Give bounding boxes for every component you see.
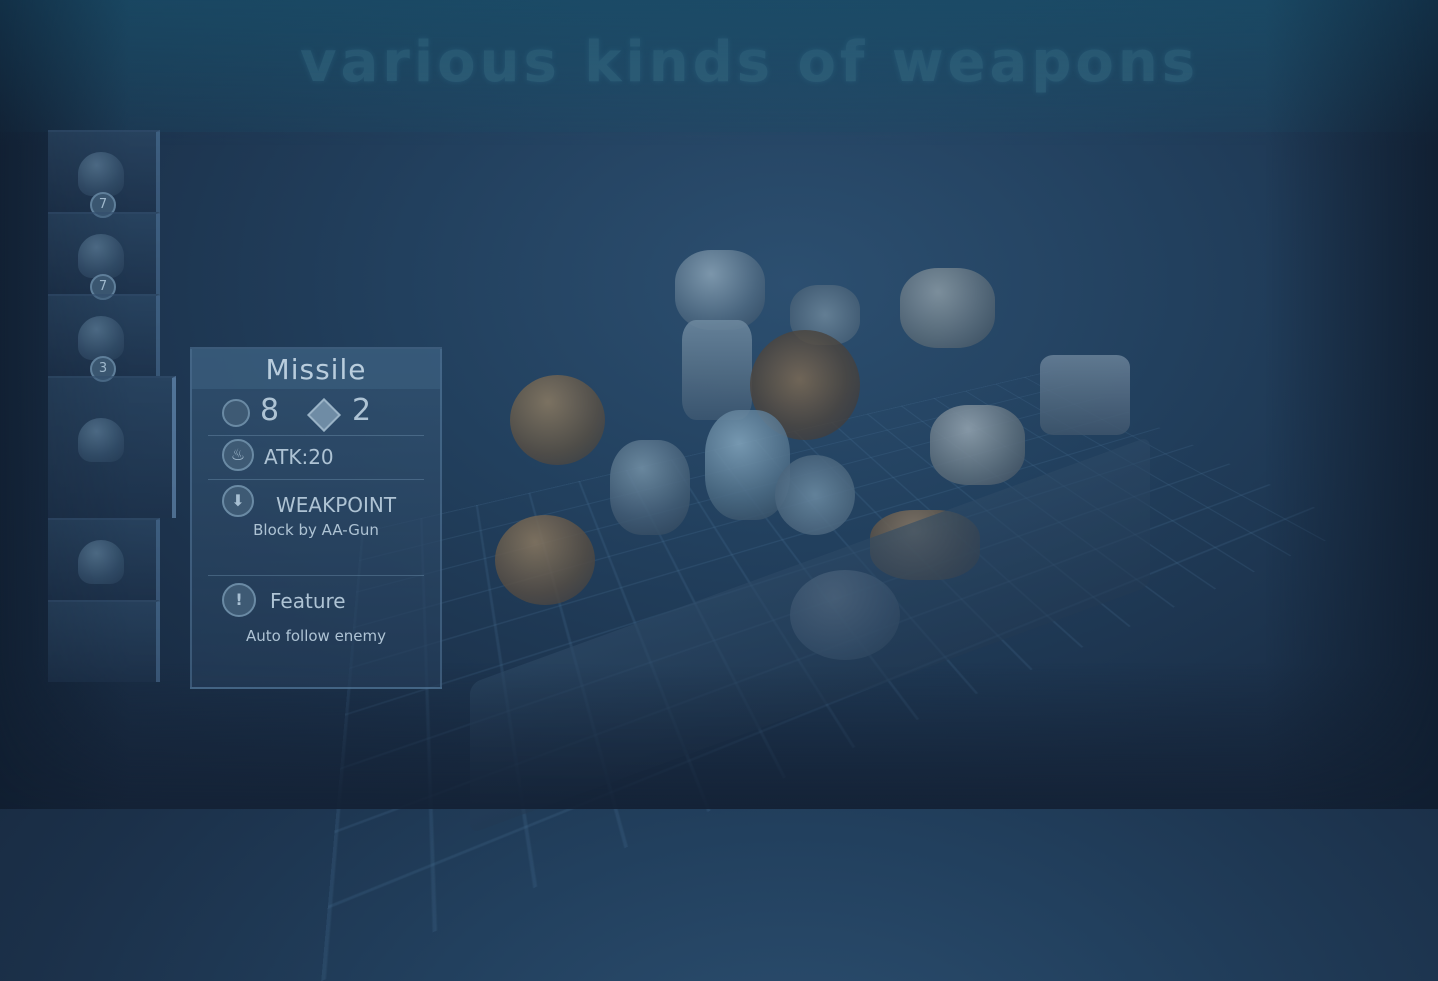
divider <box>208 575 424 576</box>
gem-cost: 2 <box>352 393 372 428</box>
weapon-thumbnail <box>78 418 124 462</box>
title-banner: various kinds of weapons <box>0 0 1438 132</box>
exclamation-icon: ! <box>222 583 256 617</box>
down-arrow-icon: ⬇ <box>222 485 254 517</box>
inventory-slot[interactable] <box>48 600 160 682</box>
weapon-info-panel: Missile 8 2 ♨ ATK:20 ⬇ WEAKPOINT Block b… <box>190 347 442 689</box>
panel-header: Missile <box>192 349 440 389</box>
weapon-thumbnail <box>78 152 124 196</box>
weapon-thumbnail <box>78 540 124 584</box>
banner-title: various kinds of weapons <box>300 30 1200 95</box>
attack-icon: ♨ <box>222 439 254 471</box>
inventory-slots: 7 7 3 <box>48 100 188 700</box>
coin-icon <box>222 399 250 427</box>
attack-value: ATK:20 <box>264 445 334 469</box>
inventory-slot[interactable]: 7 <box>48 130 160 218</box>
divider <box>208 479 424 480</box>
weakpoint-label: WEAKPOINT <box>276 493 397 517</box>
divider <box>208 435 424 436</box>
weapon-name: Missile <box>265 353 367 386</box>
inventory-slot[interactable]: 3 <box>48 294 160 382</box>
gem-icon <box>307 398 341 432</box>
feature-description: Auto follow enemy <box>245 627 387 645</box>
weapon-thumbnail <box>78 234 124 278</box>
inventory-slot[interactable] <box>48 518 160 600</box>
coin-cost: 8 <box>260 393 280 428</box>
weakpoint-description: Block by AA-Gun <box>253 521 379 539</box>
inventory-slot-selected[interactable] <box>48 376 176 518</box>
inventory-slot[interactable]: 7 <box>48 212 160 300</box>
feature-label: Feature <box>270 589 346 613</box>
weapon-thumbnail <box>78 316 124 360</box>
